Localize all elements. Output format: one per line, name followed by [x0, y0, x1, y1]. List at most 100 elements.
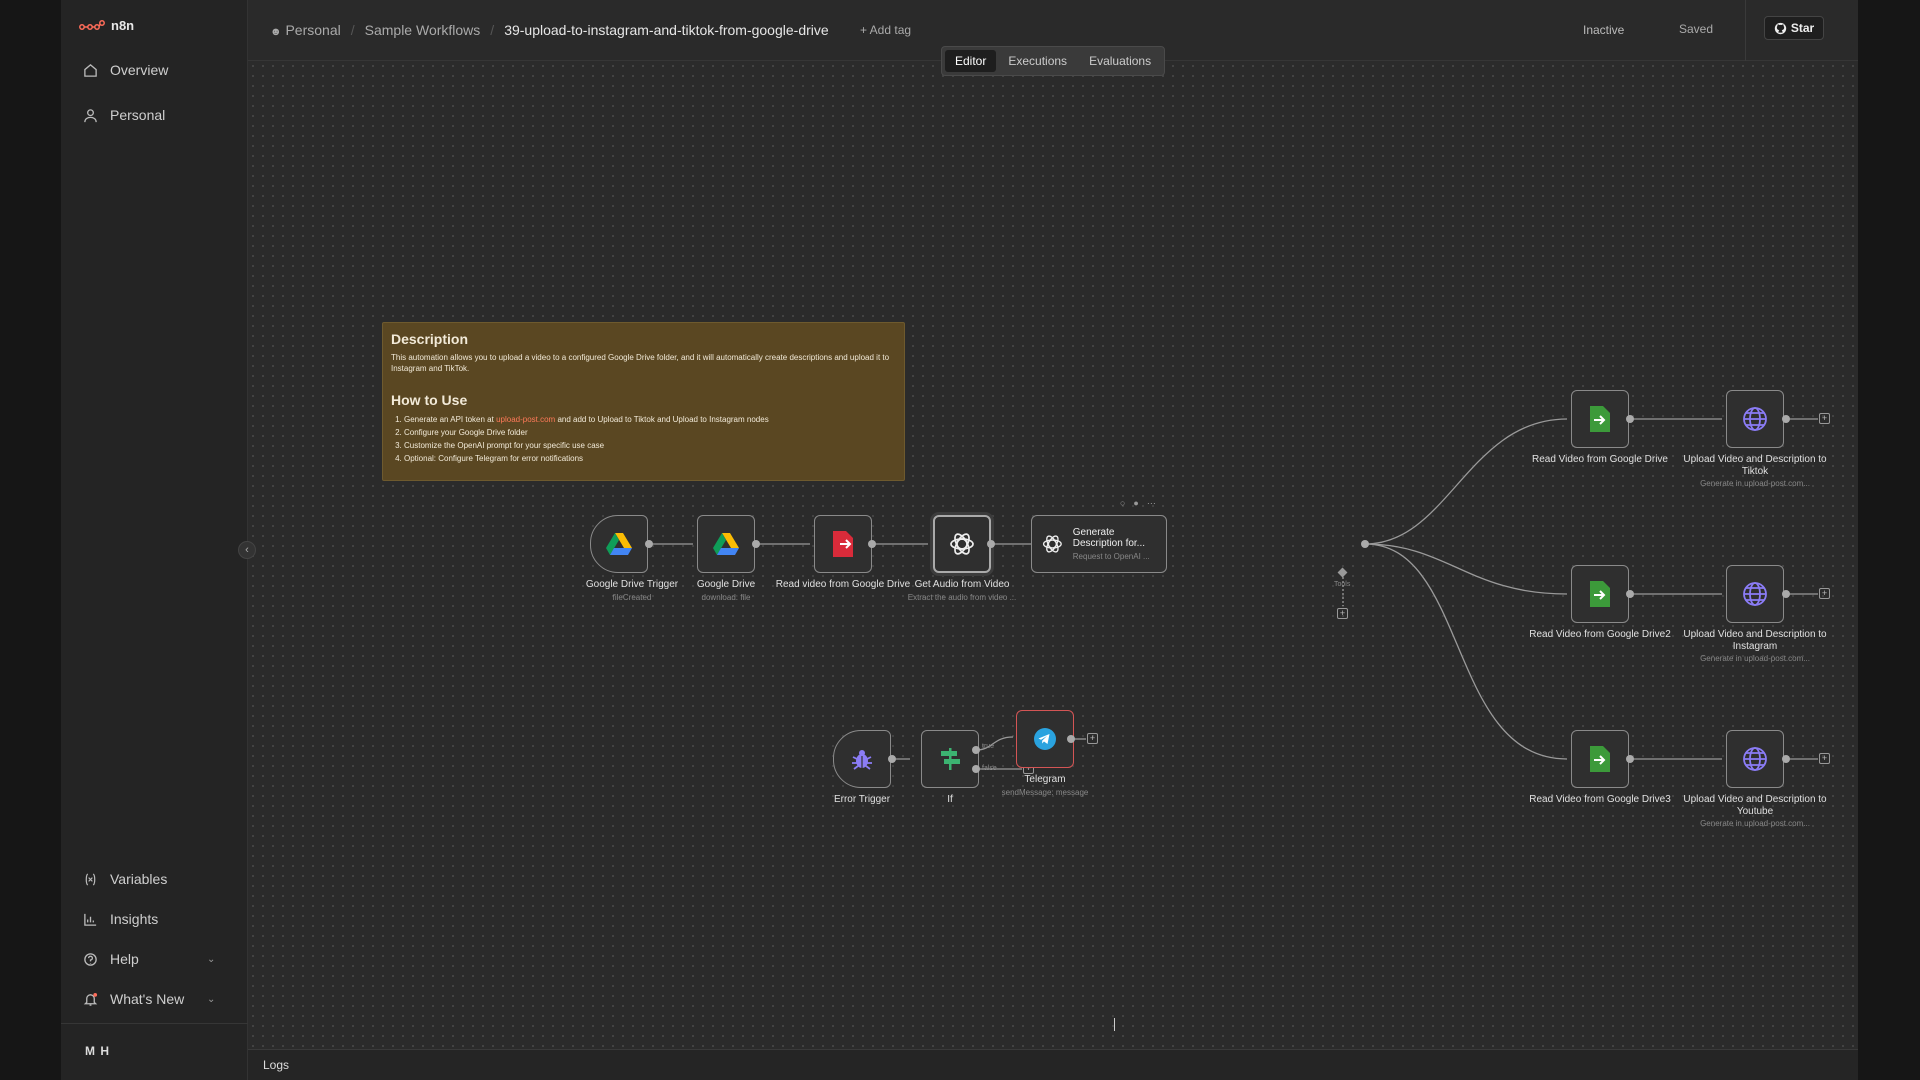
workflow-canvas[interactable]: Description This automation allows you t…	[248, 61, 1858, 1049]
node-upload-instagram[interactable]	[1726, 565, 1784, 623]
output-handle[interactable]	[645, 540, 653, 548]
save-status: Saved	[1679, 22, 1714, 36]
active-toggle-status[interactable]: Inactive	[1583, 23, 1624, 37]
sidebar-item-help[interactable]: Help	[83, 951, 139, 967]
node-subtitle: Extract the audio from video ...	[907, 593, 1017, 602]
chevron-down-icon[interactable]: ⌄	[207, 994, 215, 1005]
node-label: Upload Video and Description to Youtube	[1683, 794, 1827, 817]
n8n-logo[interactable]: n8n	[79, 18, 134, 33]
add-node-button[interactable]: +	[1087, 733, 1098, 744]
sidebar-item-label: What's New	[110, 991, 185, 1007]
variables-icon	[85, 872, 96, 886]
note-subtitle: How to Use	[391, 392, 468, 408]
app-window: n8n Overview Personal Variables Insights…	[61, 0, 1858, 1080]
logs-label: Logs	[263, 1058, 290, 1072]
note-description: This automation allows you to upload a v…	[391, 353, 890, 373]
add-tool-button[interactable]: +	[1337, 608, 1348, 619]
tools-label: Tools	[1334, 581, 1351, 588]
node-read-video-2[interactable]	[1571, 565, 1629, 623]
tab-evaluations[interactable]: Evaluations	[1079, 50, 1161, 72]
workflow-name[interactable]: 39-upload-to-instagram-and-tiktok-from-g…	[504, 22, 828, 38]
output-handle[interactable]	[1782, 590, 1790, 598]
breadcrumb-label: Personal	[285, 22, 341, 38]
chevron-down-icon[interactable]: ⌄	[207, 954, 215, 965]
output-handle[interactable]	[1626, 415, 1634, 423]
add-node-button[interactable]: +	[1819, 753, 1830, 764]
note-steps: Generate an API token at upload-post.com…	[391, 413, 896, 465]
sidebar-item-label: Variables	[110, 871, 168, 887]
add-tag-button[interactable]: + Add tag	[860, 23, 911, 37]
sidebar-item-personal[interactable]: Personal	[83, 107, 165, 123]
node-read-video-3[interactable]	[1571, 730, 1629, 788]
breadcrumb-separator: /	[490, 22, 495, 38]
star-label: Star	[1790, 21, 1815, 35]
bell-icon	[83, 992, 98, 1006]
node-google-drive[interactable]	[697, 515, 755, 573]
output-handle[interactable]	[1782, 755, 1790, 763]
breadcrumb-personal[interactable]: ☻ Personal	[270, 22, 341, 38]
node-toolbar[interactable]: ○●⋯	[1120, 498, 1164, 509]
node-error-trigger[interactable]	[833, 730, 891, 788]
sidebar-item-overview[interactable]: Overview	[83, 62, 168, 78]
node-label: Get Audio from Video	[914, 579, 1010, 590]
file-read-icon	[833, 531, 853, 557]
output-handle[interactable]	[888, 755, 896, 763]
github-star-button[interactable]: Star	[1764, 16, 1824, 40]
node-telegram[interactable]	[1016, 710, 1074, 768]
node-google-drive-trigger[interactable]	[590, 515, 648, 573]
node-label: Generate Description for...	[1072, 526, 1146, 549]
output-handle[interactable]	[1626, 755, 1634, 763]
output-handle[interactable]	[1361, 540, 1369, 548]
google-drive-icon	[606, 532, 632, 555]
output-handle[interactable]	[1782, 415, 1790, 423]
true-output-handle[interactable]	[972, 746, 980, 754]
node-get-audio[interactable]	[933, 515, 991, 573]
node-label: Upload Video and Description to Instagra…	[1683, 629, 1827, 652]
header-divider	[1745, 0, 1746, 61]
connection[interactable]	[1364, 418, 1568, 545]
connection[interactable]	[1364, 543, 1568, 760]
add-node-button[interactable]: +	[1819, 413, 1830, 424]
file-read-icon	[1590, 406, 1610, 432]
sticky-note-description[interactable]: Description This automation allows you t…	[382, 322, 905, 481]
node-generate-description[interactable]: Generate Description for... Request to O…	[1031, 515, 1167, 573]
output-handle[interactable]	[868, 540, 876, 548]
sidebar-item-whats-new[interactable]: What's New	[83, 991, 184, 1007]
collapse-sidebar-button[interactable]: ‹	[238, 541, 256, 559]
bug-icon	[852, 750, 872, 770]
output-handle[interactable]	[752, 540, 760, 548]
output-handle[interactable]	[1626, 590, 1634, 598]
add-node-button[interactable]: +	[1819, 588, 1830, 599]
file-read-icon	[1590, 581, 1610, 607]
google-drive-icon	[713, 532, 739, 555]
breadcrumb-separator: /	[350, 22, 355, 38]
tab-editor[interactable]: Editor	[945, 50, 997, 72]
node-label: Upload Video and Description to Tiktok	[1683, 454, 1827, 477]
note-step: Configure your Google Drive folder	[404, 426, 896, 439]
node-read-video[interactable]	[814, 515, 872, 573]
node-upload-youtube[interactable]	[1726, 730, 1784, 788]
true-branch-label: true	[982, 743, 995, 750]
user-avatar[interactable]: M H	[85, 1044, 110, 1058]
node-subtitle: Generate in upload-post.com...	[1700, 479, 1810, 488]
node-upload-tiktok[interactable]	[1726, 390, 1784, 448]
false-branch-label: false	[982, 765, 997, 772]
note-step: Generate an API token at upload-post.com…	[404, 413, 896, 426]
breadcrumb-sample-workflows[interactable]: Sample Workflows	[365, 22, 481, 38]
output-handle[interactable]	[987, 540, 995, 548]
upload-post-link[interactable]: upload-post.com	[496, 415, 555, 424]
output-handle[interactable]	[1067, 735, 1075, 743]
node-read-video-1[interactable]	[1571, 390, 1629, 448]
file-read-icon	[1590, 746, 1610, 772]
node-label: Telegram	[1024, 774, 1066, 785]
chart-icon	[84, 913, 97, 926]
false-output-handle[interactable]	[972, 765, 980, 773]
logs-panel[interactable]: Logs	[248, 1049, 1858, 1080]
sidebar-item-variables[interactable]: Variables	[83, 871, 167, 887]
node-subtitle: Generate in upload-post.com...	[1700, 819, 1810, 828]
user-icon: ☻	[270, 26, 282, 38]
note-title: Description	[391, 331, 469, 347]
tab-executions[interactable]: Executions	[998, 50, 1077, 72]
sidebar-item-insights[interactable]: Insights	[83, 911, 158, 927]
sidebar: n8n Overview Personal Variables Insights…	[61, 0, 248, 1080]
